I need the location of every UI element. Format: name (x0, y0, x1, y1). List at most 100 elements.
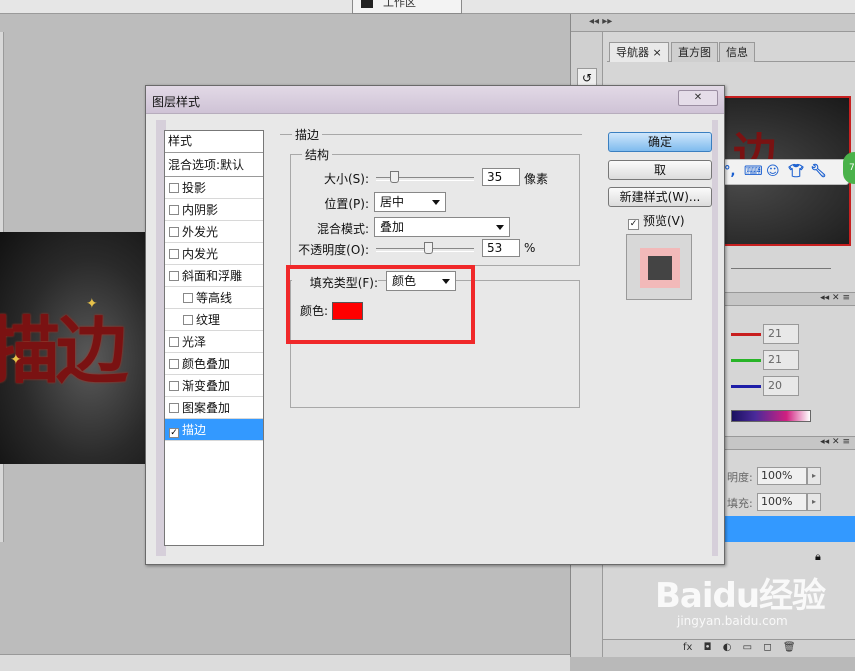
cancel-button[interactable]: 取 (608, 160, 712, 180)
opacity-slider-thumb[interactable] (423, 242, 433, 254)
opacity-input[interactable]: 53 (482, 239, 520, 257)
checkbox-icon[interactable] (169, 205, 179, 215)
red-value-field[interactable]: 21 (763, 324, 799, 344)
keyboard-icon[interactable]: ⌨ (744, 164, 763, 179)
checkbox-icon[interactable] (169, 337, 179, 347)
color-panel-header: ◂◂ ✕ ≡ (711, 292, 855, 306)
close-button[interactable]: ✕ (678, 90, 718, 106)
style-item-label: 外发光 (182, 225, 219, 239)
preview-checkbox-row[interactable]: ✓ 预览(V) (628, 212, 685, 230)
color-row-green: 21 (731, 350, 855, 372)
style-item[interactable]: 外发光 (165, 221, 263, 243)
tab-histogram-label: 直方图 (678, 46, 711, 59)
panel-menu-icon[interactable]: ◂◂ ✕ ≡ (820, 293, 850, 303)
checkbox-icon[interactable] (169, 381, 179, 391)
group-icon[interactable]: ▭ (743, 642, 752, 653)
layer-fill-input[interactable]: 100% (757, 493, 807, 511)
checkbox-icon[interactable] (169, 403, 179, 413)
layer-opacity-input[interactable]: 100% (757, 467, 807, 485)
fill-arrow-icon[interactable]: ▸ (807, 493, 821, 511)
size-label: 大小(S): (323, 172, 369, 186)
green-bar (731, 359, 761, 362)
punctuation-icon[interactable]: °, (724, 164, 735, 179)
opacity-slider[interactable] (376, 242, 474, 254)
checkbox-icon[interactable] (169, 271, 179, 281)
new-layer-icon[interactable]: ◻ (763, 642, 771, 653)
checkbox-icon[interactable] (169, 249, 179, 259)
user-icon[interactable]: ☺ (766, 164, 780, 179)
annotation-highlight-box (286, 265, 475, 344)
dialog-title: 图层样式 (152, 95, 201, 109)
size-slider-thumb[interactable] (389, 171, 399, 183)
layer-opacity-label: 明度: (727, 471, 753, 484)
workspace-button[interactable]: 工作区 (352, 0, 462, 14)
style-item-label: 等高线 (196, 291, 233, 305)
tab-info[interactable]: 信息 (719, 42, 755, 62)
style-item[interactable]: 内发光 (165, 243, 263, 265)
style-item[interactable]: 内阴影 (165, 199, 263, 221)
blend-mode-select[interactable]: 叠加 (374, 217, 510, 237)
layer-opacity-row: 明度: 100% ▸ (711, 466, 855, 488)
tab-navigator[interactable]: 导航器 × (609, 42, 669, 62)
skin-icon[interactable]: 👕︎ (788, 164, 805, 179)
ime-badge[interactable]: 7 (843, 152, 855, 184)
checkbox-icon[interactable] (169, 183, 179, 193)
size-slider[interactable] (376, 171, 474, 183)
checkbox-icon[interactable] (169, 359, 179, 369)
blue-value-field[interactable]: 20 (763, 376, 799, 396)
size-input[interactable]: 35 (482, 168, 520, 186)
blend-options-item[interactable]: 混合选项:默认 (165, 155, 263, 177)
fx-icon[interactable]: fx (683, 642, 692, 653)
dock-collapse-bar[interactable]: ◂◂ ▸▸ (571, 14, 855, 32)
style-item[interactable]: ✓ 描边 (165, 419, 263, 441)
wrench-icon[interactable]: 🔧︎ (810, 164, 827, 179)
opacity-arrow-icon[interactable]: ▸ (807, 467, 821, 485)
new-style-button[interactable]: 新建样式(W)... (608, 187, 712, 207)
checkbox-icon[interactable] (183, 315, 193, 325)
style-item-label: 纹理 (196, 313, 221, 327)
sparkle-icon: ✦ (86, 296, 98, 312)
dialog-titlebar[interactable]: 图层样式 ✕ (146, 86, 724, 114)
style-item[interactable]: 投影 (165, 177, 263, 199)
styles-header[interactable]: 样式 (165, 131, 263, 153)
stroke-color-swatch[interactable] (332, 302, 363, 320)
panel-menu-icon[interactable]: ◂◂ ✕ ≡ (820, 437, 850, 447)
style-item-label: 内阴影 (182, 203, 219, 217)
navigator-tabs: 导航器 × 直方图 信息 (607, 42, 855, 62)
checkbox-icon[interactable]: ✓ (628, 219, 639, 230)
style-item[interactable]: 颜色叠加 (165, 353, 263, 375)
checkbox-icon[interactable]: ✓ (169, 428, 179, 438)
position-value: 居中 (380, 195, 405, 209)
style-item[interactable]: 光泽 (165, 331, 263, 353)
position-select[interactable]: 居中 (374, 192, 446, 212)
color-row-blue: 20 (731, 376, 855, 398)
workspace-icon (361, 0, 373, 8)
ok-button[interactable]: 确定 (608, 132, 712, 152)
checkbox-icon[interactable] (169, 227, 179, 237)
style-item[interactable]: 纹理 (165, 309, 263, 331)
color-spectrum[interactable] (731, 410, 811, 422)
checkbox-icon[interactable] (183, 293, 193, 303)
tab-close-icon[interactable]: × (653, 46, 662, 59)
tab-navigator-label: 导航器 (616, 46, 649, 59)
layer-style-dialog: 图层样式 ✕ 样式 混合选项:默认 投影内阴影外发光内发光斜面和浮雕等高线纹理光… (145, 85, 725, 565)
trash-icon[interactable]: 🗑︎ (783, 642, 796, 653)
style-item-label: 图案叠加 (182, 401, 231, 415)
style-item-label: 内发光 (182, 247, 219, 261)
document-image[interactable]: 描边 ✦ ✦ (0, 232, 150, 464)
selected-layer-row[interactable] (711, 516, 855, 542)
tab-histogram[interactable]: 直方图 (671, 42, 718, 62)
green-value-field[interactable]: 21 (763, 350, 799, 370)
style-item[interactable]: 渐变叠加 (165, 375, 263, 397)
navigator-zoom-slider[interactable] (731, 268, 831, 272)
mask-icon[interactable]: ◘ (704, 642, 712, 653)
style-item-label: 渐变叠加 (182, 379, 231, 393)
document-text: 描边 (0, 308, 128, 393)
style-item[interactable]: 等高线 (165, 287, 263, 309)
layer-fill-label: 填充: (727, 497, 753, 510)
preview-fill (648, 256, 672, 280)
style-item[interactable]: 图案叠加 (165, 397, 263, 419)
style-item[interactable]: 斜面和浮雕 (165, 265, 263, 287)
dialog-frame (712, 120, 718, 556)
adjustment-icon[interactable]: ◐ (723, 642, 732, 653)
